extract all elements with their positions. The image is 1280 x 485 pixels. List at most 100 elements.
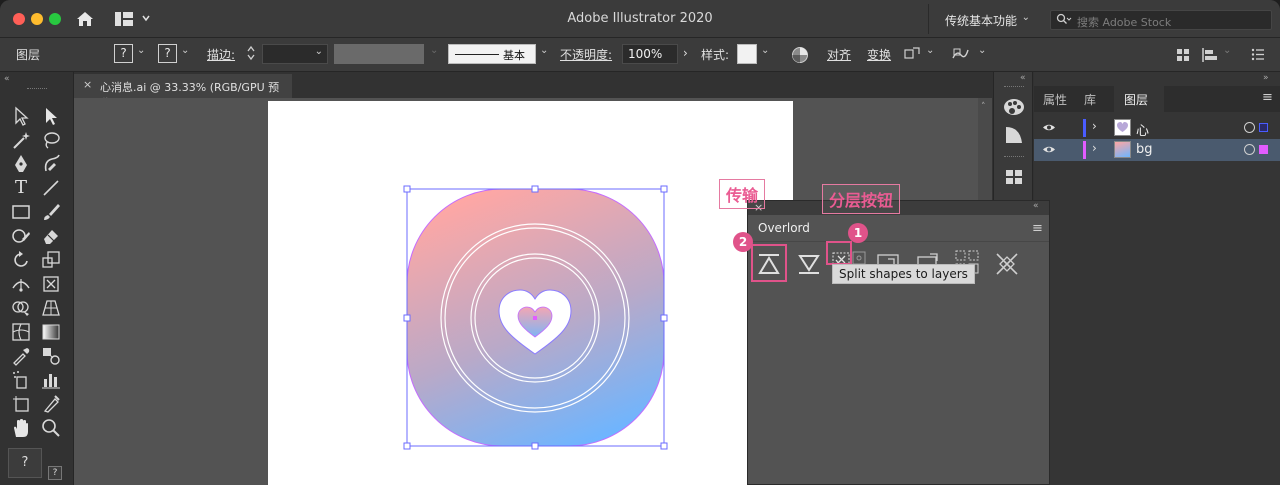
rectangle-tool-icon[interactable]: [10, 201, 32, 223]
align-panel-icon[interactable]: [1201, 47, 1219, 63]
magic-wand-tool-icon[interactable]: [10, 129, 32, 151]
transform-link[interactable]: 变换: [867, 46, 891, 63]
grip-icon[interactable]: [1004, 86, 1024, 87]
callout-split-layers: 分层按钮: [822, 184, 901, 214]
artboard[interactable]: [268, 101, 793, 485]
layer-name[interactable]: 心: [1136, 120, 1149, 139]
align-link[interactable]: 对齐: [827, 46, 851, 63]
chevron-right-icon[interactable]: ›: [1092, 119, 1097, 133]
layer-target-circle[interactable]: [1244, 122, 1255, 133]
layer-row-selected[interactable]: › bg: [1034, 139, 1280, 161]
layers-selection-label: 图层: [16, 48, 41, 62]
fill-stroke-mini-swatch[interactable]: ?: [48, 466, 62, 480]
panel-menu-icon[interactable]: [1251, 48, 1265, 61]
layer-target-circle[interactable]: [1244, 144, 1255, 155]
brush-style-label: 基本: [503, 49, 525, 62]
pull-from-ae-icon[interactable]: [796, 251, 822, 277]
document-tab[interactable]: × 心消息.ai @ 33.33% (RGB/GPU 预览): [74, 74, 292, 110]
layer-row[interactable]: › 心: [1034, 117, 1280, 139]
graphic-style-swatch[interactable]: [737, 44, 757, 64]
split-options-icon[interactable]: [852, 251, 866, 265]
chevron-down-icon: ⌄: [1021, 12, 1030, 23]
perspective-grid-tool-icon[interactable]: [40, 297, 62, 319]
rotate-tool-icon[interactable]: [10, 249, 32, 271]
paintbrush-tool-icon[interactable]: [40, 201, 62, 223]
shape-builder-tool-icon[interactable]: [10, 297, 32, 319]
grip-icon[interactable]: [1004, 156, 1024, 157]
gradient-tool-icon[interactable]: [40, 321, 62, 343]
layer-selection-indicator[interactable]: [1259, 123, 1268, 132]
line-segment-tool-icon[interactable]: [40, 177, 62, 199]
tab-properties[interactable]: 属性: [1043, 86, 1067, 112]
panel-menu-icon[interactable]: ≡: [1032, 221, 1043, 236]
edit-toolbar-button[interactable]: ?: [8, 448, 42, 478]
stroke-swatch[interactable]: ?: [158, 44, 177, 63]
envelope-distort-icon[interactable]: [951, 46, 969, 63]
stroke-stepper[interactable]: [245, 44, 259, 64]
control-bar: 图层 ? ⌄ ? ⌄ 描边: ⌄ ⌄ 基本 ⌄ 不透明度: 100% › 样式:…: [0, 38, 1280, 72]
brush-definition-dropdown[interactable]: 基本: [448, 44, 536, 64]
scale-tool-icon[interactable]: [40, 249, 62, 271]
chevron-right-icon[interactable]: ›: [1092, 141, 1097, 155]
chevron-down-icon[interactable]: ⌄: [978, 45, 986, 56]
slice-tool-icon[interactable]: [40, 393, 62, 415]
variable-width-profile[interactable]: [334, 44, 424, 64]
expand-panel-icon[interactable]: «: [1020, 73, 1026, 83]
chevron-down-icon[interactable]: ⌄: [137, 45, 145, 56]
mesh-tool-icon[interactable]: [10, 321, 32, 343]
layer-name[interactable]: bg: [1136, 142, 1153, 157]
pen-tool-icon[interactable]: [10, 153, 32, 175]
recolor-artwork-icon[interactable]: [791, 46, 809, 64]
artboard-tool-icon[interactable]: [10, 393, 32, 415]
color-guide-icon[interactable]: [1000, 94, 1028, 120]
panel-menu-icon[interactable]: ≡: [1262, 90, 1273, 105]
width-tool-icon[interactable]: [10, 273, 32, 295]
opacity-input[interactable]: 100%: [622, 44, 678, 64]
workspace-switcher[interactable]: 传统基本功能 ⌄: [928, 4, 1038, 34]
stepper-icon: [247, 45, 255, 61]
selection-tool-icon[interactable]: [10, 105, 32, 127]
chevron-down-icon[interactable]: ⌄: [926, 45, 934, 56]
chevron-right-icon[interactable]: ›: [683, 46, 688, 60]
visibility-eye-icon[interactable]: [1042, 145, 1056, 154]
stock-search-input[interactable]: 搜索 Adobe Stock: [1050, 10, 1272, 30]
close-tab-icon[interactable]: ×: [83, 78, 92, 91]
hand-tool-icon[interactable]: [10, 417, 32, 439]
eraser-tool-icon[interactable]: [40, 225, 62, 247]
shaper-tool-icon[interactable]: [10, 225, 32, 247]
tooltip: Split shapes to layers: [832, 264, 975, 284]
disconnect-icon[interactable]: [994, 251, 1020, 277]
curvature-tool-icon[interactable]: [40, 153, 62, 175]
zoom-tool-icon[interactable]: [40, 417, 62, 439]
chevron-down-icon[interactable]: ⌄: [540, 45, 548, 56]
isolate-object-icon[interactable]: [903, 46, 921, 63]
direct-selection-tool-icon[interactable]: [40, 105, 62, 127]
free-transform-tool-icon[interactable]: [40, 273, 62, 295]
swatches-icon[interactable]: [1000, 164, 1028, 190]
tab-layers[interactable]: 图层: [1114, 86, 1164, 112]
visibility-eye-icon[interactable]: [1042, 123, 1056, 132]
eyedropper-tool-icon[interactable]: [10, 345, 32, 367]
appearance-icon[interactable]: [1000, 122, 1028, 148]
type-tool-icon[interactable]: T: [10, 177, 32, 199]
fill-swatch[interactable]: ?: [114, 44, 133, 63]
chevron-down-icon[interactable]: ⌄: [761, 45, 769, 56]
chevron-down-icon[interactable]: ⌄: [181, 45, 189, 56]
grid-arrange-icon[interactable]: [1176, 48, 1190, 62]
lasso-tool-icon[interactable]: [40, 129, 62, 151]
column-graph-tool-icon[interactable]: [40, 369, 62, 391]
stroke-label[interactable]: 描边:: [207, 46, 235, 63]
collapse-panel-icon[interactable]: «: [1033, 201, 1039, 211]
opacity-label[interactable]: 不透明度:: [560, 46, 612, 63]
collapse-panel-icon[interactable]: »: [1263, 73, 1269, 83]
grip-icon[interactable]: [27, 88, 47, 90]
blend-tool-icon[interactable]: [40, 345, 62, 367]
split-highlight: [826, 241, 852, 265]
tab-libraries[interactable]: 库: [1084, 86, 1096, 112]
symbol-sprayer-tool-icon[interactable]: [10, 369, 32, 391]
scroll-up-icon[interactable]: ˄: [981, 102, 986, 112]
layer-selection-indicator[interactable]: [1259, 145, 1268, 154]
stroke-weight-field[interactable]: ⌄: [262, 44, 328, 64]
illustrator-window: Adobe Illustrator 2020 传统基本功能 ⌄ 搜索 Adobe…: [0, 0, 1280, 485]
collapse-panel-icon[interactable]: «: [4, 74, 10, 84]
